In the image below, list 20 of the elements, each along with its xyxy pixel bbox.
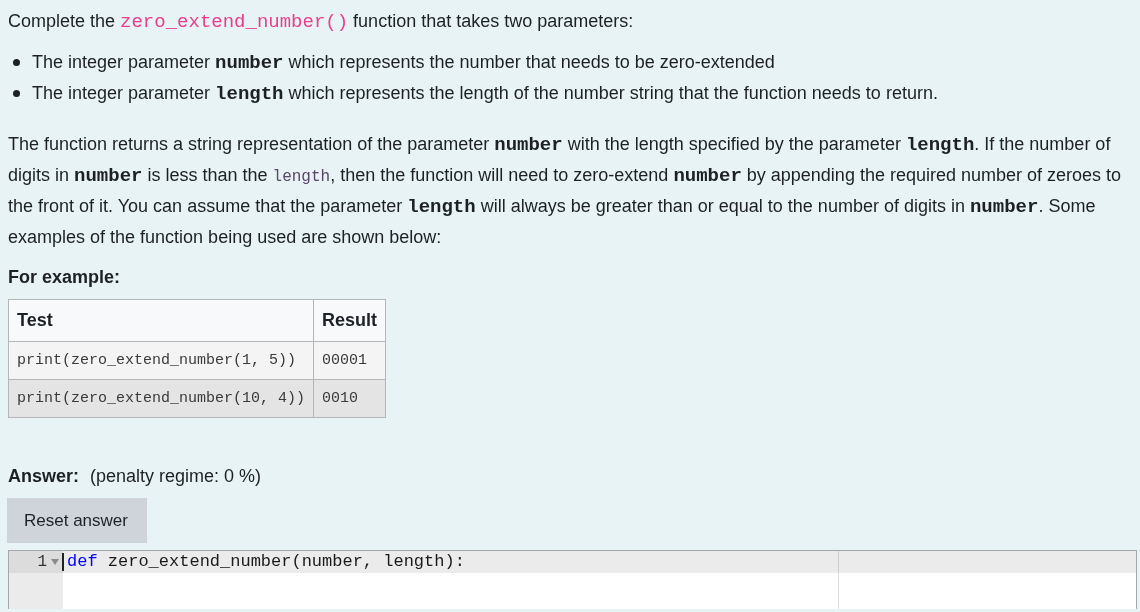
bullet-icon — [13, 90, 20, 97]
bullet-text: The integer parameter length which represents the length of the number string that the function needs to return. — [32, 82, 938, 107]
line-number: 1 — [37, 552, 47, 573]
answer-label: Answer: — [8, 465, 79, 488]
bullet-icon — [13, 59, 20, 66]
column-header: Result — [313, 299, 386, 342]
column-header: Test — [8, 299, 314, 342]
penalty-text: (penalty regime: 0 %) — [90, 465, 262, 488]
code-editor[interactable]: 1 def zero_extend_number(number, length): — [8, 550, 1137, 609]
bullet-text: The integer parameter number which represents the number that needs to be zero-extended — [32, 51, 775, 76]
reset-button[interactable]: Reset answer — [7, 498, 147, 543]
code-text: def zero_extend_number(number, length): — [66, 551, 465, 573]
caret-icon[interactable] — [51, 559, 59, 565]
section-heading: For example: — [8, 266, 122, 289]
intro-text: Complete the zero_extend_number() function that takes two parameters: — [8, 10, 635, 35]
table-cell: print(zero_extend_number(1, 5)) — [8, 341, 314, 380]
table-cell: print(zero_extend_number(10, 4)) — [8, 379, 314, 418]
table-cell: 00001 — [313, 341, 386, 380]
description-text: The function returns a string representation of the parameter number with the length specified by the parameter length. If the number of digits in number is less than the length, then the function will need to zero-extend number by appending the required number of zeroes to the front of it. You can assume that the parameter length will always be greater than or equal to the number of digits in number. Some examples of the function being used are shown below: — [8, 133, 1123, 249]
table-cell: 0010 — [313, 379, 386, 418]
